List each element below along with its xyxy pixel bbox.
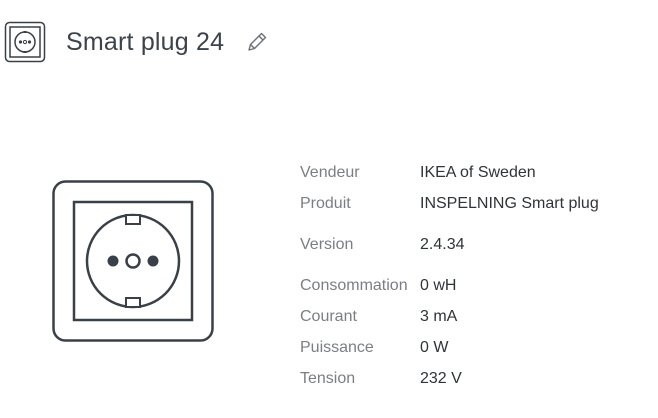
vendor-label: Vendeur bbox=[300, 164, 360, 181]
device-image bbox=[52, 180, 214, 342]
current-value: 3 mA bbox=[420, 308, 458, 325]
consumption-label: Consommation bbox=[300, 277, 408, 294]
page-header: Smart plug 24 bbox=[4, 20, 270, 64]
power-value: 0 W bbox=[420, 339, 449, 356]
page-title: Smart plug 24 bbox=[66, 27, 225, 56]
voltage-label: Tension bbox=[300, 370, 356, 387]
pencil-icon[interactable] bbox=[244, 29, 270, 55]
version-value: 2.4.34 bbox=[420, 236, 465, 253]
power-label: Puissance bbox=[300, 339, 374, 356]
product-value: INSPELNING Smart plug bbox=[420, 195, 599, 212]
consumption-value: 0 wH bbox=[420, 277, 457, 294]
wall-outlet-icon bbox=[4, 21, 46, 63]
voltage-value: 232 V bbox=[420, 370, 462, 387]
vendor-value: IKEA of Sweden bbox=[420, 164, 536, 181]
product-label: Produit bbox=[300, 195, 351, 212]
current-label: Courant bbox=[300, 308, 357, 325]
wall-outlet-icon bbox=[52, 180, 214, 342]
version-label: Version bbox=[300, 236, 354, 253]
